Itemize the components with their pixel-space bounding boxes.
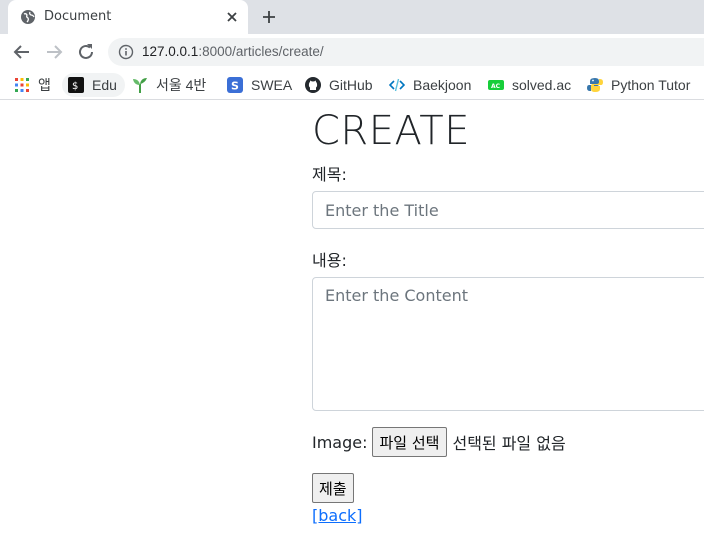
bookmark-github[interactable]: GitHub — [305, 73, 373, 97]
bookmark-apps[interactable]: 앱 — [14, 73, 51, 97]
bookmark-label: 서울 4반 — [156, 77, 207, 93]
info-icon[interactable] — [118, 44, 134, 60]
file-status-text: 선택된 파일 없음 — [452, 434, 566, 453]
url-host: 127.0.0.1 — [142, 44, 199, 59]
title-input[interactable] — [312, 191, 704, 229]
svg-text:$: $ — [72, 81, 78, 92]
bookmark-label: Python Tutor — [611, 77, 691, 93]
bookmark-label: SWEA — [251, 77, 293, 93]
url-text: 127.0.0.1:8000/articles/create/ — [142, 44, 324, 59]
bookmark-solved-ac[interactable]: AC solved.ac — [488, 73, 571, 97]
svg-text:AC: AC — [491, 83, 501, 90]
back-arrow-icon[interactable] — [10, 40, 34, 64]
bookmark-label: 앱 — [38, 77, 51, 93]
bookmark-python-tutor[interactable]: Python Tutor — [587, 73, 690, 97]
svg-text:S: S — [231, 80, 239, 93]
browser-tab[interactable]: Document — [8, 0, 248, 34]
bookmark-label: Baekjoon — [413, 77, 472, 93]
github-icon — [305, 77, 321, 93]
page-content: CREATE 제목: 내용: Image: 파일 선택 선택된 파일 없음 제출… — [0, 101, 704, 540]
globe-icon — [21, 10, 35, 24]
content-label: 내용: — [312, 251, 347, 270]
file-select-button[interactable]: 파일 선택 — [371, 427, 448, 457]
tab-title: Document — [44, 9, 112, 24]
tab-strip: Document — [0, 0, 704, 34]
apps-grid-icon — [15, 78, 29, 92]
forward-arrow-icon[interactable] — [42, 40, 66, 64]
sprout-icon — [133, 78, 147, 93]
image-label: Image: — [312, 432, 368, 452]
bookmark-swea[interactable]: S SWEA — [227, 73, 292, 97]
reload-icon[interactable] — [74, 40, 98, 64]
solvedac-icon: AC — [488, 80, 504, 90]
url-path: :8000/articles/create/ — [198, 44, 324, 59]
bookmark-seoul[interactable]: 서울 4반 — [132, 73, 206, 97]
back-link[interactable]: [back] — [312, 506, 363, 525]
close-icon[interactable] — [220, 5, 244, 29]
page-title: CREATE — [312, 108, 470, 154]
bookmark-label: Edu — [92, 77, 117, 93]
submit-button[interactable]: 제출 — [312, 473, 354, 503]
bookmarks-bar: 앱 $ Edu 서울 4반 S SWEA GitHub Baekjoon AC … — [0, 70, 704, 100]
image-upload-row: Image: 파일 선택 선택된 파일 없음 — [312, 427, 566, 457]
bookmark-edu[interactable]: $ Edu — [62, 73, 125, 97]
bookmark-baekjoon[interactable]: Baekjoon — [389, 73, 471, 97]
swea-icon: S — [227, 77, 243, 93]
content-textarea[interactable] — [312, 277, 704, 411]
title-label: 제목: — [312, 165, 347, 184]
browser-toolbar: 127.0.0.1:8000/articles/create/ — [0, 34, 704, 70]
address-bar[interactable]: 127.0.0.1:8000/articles/create/ — [108, 38, 704, 66]
bookmark-label: GitHub — [329, 77, 373, 93]
plus-icon[interactable] — [256, 5, 282, 29]
bookmark-label: solved.ac — [512, 77, 572, 93]
code-icon — [389, 78, 405, 92]
edu-icon: $ — [68, 77, 84, 93]
python-icon — [587, 78, 603, 92]
